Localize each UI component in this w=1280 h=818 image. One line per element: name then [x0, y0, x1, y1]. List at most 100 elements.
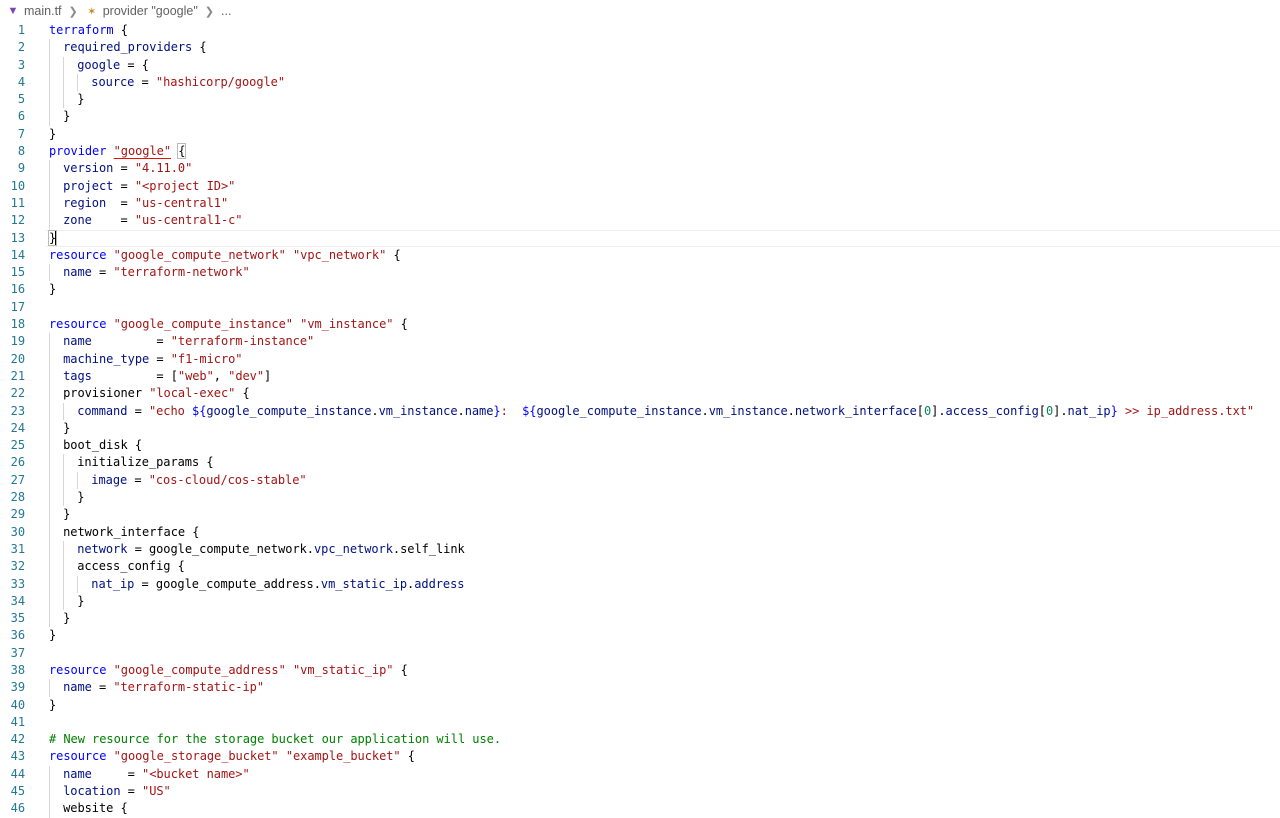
code-text: }: [63, 420, 70, 437]
line-number: 35: [10, 611, 25, 626]
code-line[interactable]: 45 location = "US": [0, 783, 1280, 801]
code-editor[interactable]: 1 terraform {2 required_providers {3 google…: [0, 22, 1280, 818]
line-number: 46: [10, 801, 25, 816]
code-token: nat_ip: [1067, 403, 1111, 418]
code-line[interactable]: 26 initialize_params {: [0, 454, 1280, 472]
code-line[interactable]: 1 terraform {: [0, 22, 1280, 39]
line-number: 31: [10, 541, 25, 556]
code-line[interactable]: 30 network_interface {: [0, 523, 1280, 541]
code-line[interactable]: 14 resource "google_compute_network" "vpc…: [0, 247, 1280, 264]
line-number: 23: [10, 403, 25, 418]
code-line[interactable]: 13}: [0, 229, 1280, 248]
code-text: provisioner "local-exec" {: [63, 385, 250, 402]
code-line[interactable]: 4 source = "hashicorp/google": [0, 73, 1280, 92]
line-number: 11: [10, 195, 25, 210]
line-number: 3: [17, 57, 25, 72]
code-line[interactable]: 43 resource "google_storage_bucket" "exam…: [0, 748, 1280, 765]
breadcrumb-more[interactable]: ...: [221, 4, 231, 18]
code-line[interactable]: 5}: [0, 91, 1280, 109]
indent-guide: [49, 194, 50, 213]
code-line[interactable]: 20 machine_type = "f1-micro": [0, 350, 1280, 368]
code-line[interactable]: 32 access_config {: [0, 558, 1280, 576]
code-token: .: [457, 403, 465, 418]
code-line[interactable]: 10 project = "<project ID>": [0, 177, 1280, 195]
symbol-module-icon: ✶: [87, 5, 97, 18]
line-number: 21: [10, 368, 25, 383]
line-number: 17: [10, 299, 25, 314]
code-line[interactable]: 23 command = "echo ${google_compute_insta…: [0, 402, 1280, 420]
indent-guide: [49, 177, 50, 195]
indent-guide: [49, 679, 50, 697]
code-line[interactable]: 8 provider "google" {: [0, 143, 1280, 160]
code-token: [: [916, 403, 924, 418]
code-line[interactable]: 34}: [0, 592, 1280, 611]
line-number: 41: [10, 714, 25, 729]
code-line[interactable]: 18 resource "google_compute_instance" "vm…: [0, 316, 1280, 333]
line-number: 22: [10, 386, 25, 401]
code-line[interactable]: 7}: [0, 126, 1280, 143]
line-number: 8: [17, 144, 25, 159]
indent-guide: [63, 471, 65, 490]
line-number: 40: [10, 697, 25, 712]
code-token: source: [91, 74, 135, 89]
code-line[interactable]: 16}: [0, 281, 1280, 298]
line-number: 9: [17, 161, 25, 176]
code-line[interactable]: 28}: [0, 489, 1280, 507]
code-text: tags = ["web", "dev"]: [63, 368, 271, 385]
code-line[interactable]: 41: [0, 714, 1280, 731]
code-line[interactable]: 22 provisioner "local-exec" {: [0, 385, 1280, 403]
code-line[interactable]: 11 region = "us-central1": [0, 194, 1280, 213]
line-number: 34: [10, 593, 25, 608]
code-token: .: [313, 576, 321, 591]
code-token: =: [106, 195, 135, 210]
code-text: }: [49, 281, 56, 298]
code-line[interactable]: 27 image = "cos-cloud/cos-stable": [0, 471, 1280, 490]
code-token: {: [386, 247, 401, 262]
code-token: "4.11.0": [134, 161, 193, 176]
code-line[interactable]: 35}: [0, 610, 1280, 628]
code-token: resource: [49, 749, 107, 764]
code-line[interactable]: 38 resource "google_compute_address" "vm_…: [0, 662, 1280, 679]
code-line[interactable]: 31 network = google_compute_network.vpc_n…: [0, 540, 1280, 559]
chevron-right-icon: ❯: [68, 5, 78, 18]
code-line[interactable]: 42 # New resource for the storage bucket …: [0, 731, 1280, 748]
code-line[interactable]: 39 name = "terraform-static-ip": [0, 679, 1280, 697]
indent-guide: [77, 575, 79, 593]
code-line[interactable]: 19 name = "terraform-instance": [0, 333, 1280, 351]
code-line[interactable]: 12 zone = "us-central1-c": [0, 212, 1280, 230]
code-token: machine_type: [63, 351, 150, 366]
code-line[interactable]: 2 required_providers {: [0, 39, 1280, 57]
code-line[interactable]: 33 nat_ip = google_compute_address.vm_sta…: [0, 575, 1280, 593]
indent-guide: [49, 91, 50, 109]
code-line[interactable]: 3 google = {: [0, 56, 1280, 74]
line-number: 2: [17, 40, 25, 55]
code-line[interactable]: 9 version = "4.11.0": [0, 160, 1280, 178]
code-token: version: [63, 161, 114, 176]
indent-guide: [49, 540, 50, 559]
code-line[interactable]: 44 name = "<bucket name>": [0, 765, 1280, 784]
breadcrumb-file[interactable]: main.tf: [24, 4, 62, 18]
code-line[interactable]: 21 tags = ["web", "dev"]: [0, 367, 1280, 386]
line-number: 37: [10, 645, 25, 660]
code-line[interactable]: 17: [0, 299, 1280, 316]
code-token: initialize_params {: [77, 455, 214, 470]
code-line[interactable]: 37: [0, 645, 1280, 662]
indent-guide: [49, 350, 50, 368]
code-line[interactable]: 25 boot_disk {: [0, 437, 1280, 455]
code-line[interactable]: 15 name = "terraform-network": [0, 264, 1280, 282]
code-line[interactable]: 46 website {: [0, 800, 1280, 818]
code-line[interactable]: 6}: [0, 108, 1280, 126]
code-token: {: [400, 749, 415, 764]
code-line[interactable]: 36}: [0, 627, 1280, 644]
line-number: 6: [17, 109, 25, 124]
code-line[interactable]: 40}: [0, 697, 1280, 714]
code-text: resource "google_compute_network" "vpc_n…: [49, 247, 401, 264]
code-line[interactable]: 24}: [0, 419, 1280, 438]
code-text: }: [63, 506, 70, 523]
breadcrumb-symbol[interactable]: provider "google": [103, 4, 198, 18]
indent-guide: [63, 73, 65, 92]
code-line[interactable]: 29}: [0, 506, 1280, 524]
